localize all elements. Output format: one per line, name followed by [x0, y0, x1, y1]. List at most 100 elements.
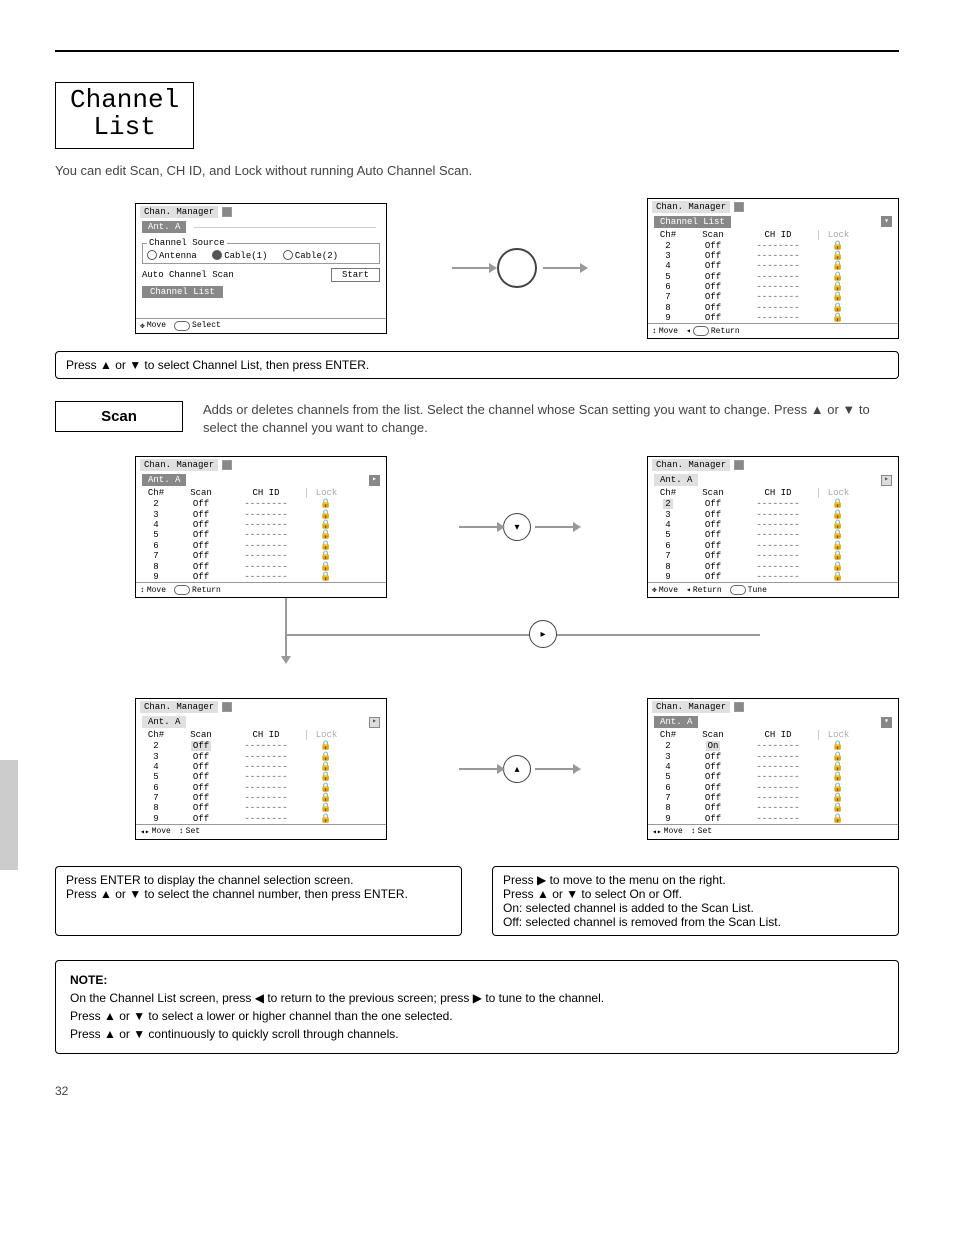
lock-icon: 🔒	[306, 752, 346, 762]
cell-ch: 4	[648, 520, 688, 530]
cell-ch: 6	[648, 783, 688, 793]
cell-scan: Off	[176, 530, 226, 540]
start-button[interactable]: Start	[331, 268, 380, 282]
menu-bracket-icon	[222, 207, 232, 217]
cell-ch: 8	[648, 562, 688, 572]
col-chid: CH ID	[226, 730, 306, 740]
radio-cable1[interactable]	[212, 250, 222, 260]
cell-ch: 8	[648, 803, 688, 813]
cell-ch: 5	[136, 530, 176, 540]
menu-channel-list-4: Chan. Manager Ant. A▸ Ch#ScanCH IDLock 2…	[135, 698, 387, 840]
enter-oval-icon	[174, 321, 190, 331]
cell-scan: Off	[688, 499, 738, 509]
lock-icon: 🔒	[306, 572, 346, 582]
caption-1-text: Press ▲ or ▼ to select Channel List, the…	[66, 358, 369, 372]
lock-icon: 🔒	[818, 313, 858, 323]
menu-bracket-icon	[222, 460, 232, 470]
lock-icon: 🔒	[306, 741, 346, 751]
page-number: 32	[55, 1084, 899, 1098]
cell-ch: 3	[648, 251, 688, 261]
lock-icon: 🔒	[818, 530, 858, 540]
footer-return: Return	[174, 585, 221, 595]
cell-scan: Off	[688, 251, 738, 261]
lock-icon: 🔒	[306, 551, 346, 561]
footer-move: ◂▸ Move	[652, 827, 683, 837]
ant-label: Ant. A	[654, 716, 698, 728]
cell-ch: 8	[648, 303, 688, 313]
channel-table: Ch#ScanCH IDLock 2Off--------🔒 3Off-----…	[648, 487, 898, 582]
caption-3: Press ▶ to move to the menu on the right…	[492, 866, 899, 936]
col-lock: Lock	[818, 230, 858, 240]
col-ch: Ch#	[136, 730, 176, 740]
caption-1: Press ▲ or ▼ to select Channel List, the…	[55, 351, 899, 379]
menu-channel-list-2: Chan. Manager Ant. A▸ Ch#ScanCH IDLock 2…	[135, 456, 387, 598]
channel-source-group: Channel Source Antenna Cable(1) Cable(2)	[142, 238, 380, 263]
col-lock: Lock	[306, 488, 346, 498]
menu-title: Chan. Manager	[652, 201, 730, 213]
cell-scan: Off	[688, 752, 738, 762]
footer-select: Select	[174, 321, 221, 331]
cell-scan: Off	[176, 762, 226, 772]
footer-move: ↕ Move	[140, 585, 166, 595]
lock-icon: 🔒	[818, 241, 858, 251]
lock-icon: 🔒	[306, 520, 346, 530]
cell-ch: 7	[136, 793, 176, 803]
menu-bracket-icon	[222, 702, 232, 712]
cell-ch: 8	[136, 562, 176, 572]
cell-id: --------	[738, 741, 818, 751]
cell-ch: 4	[136, 762, 176, 772]
cell-ch: 2	[136, 499, 176, 509]
cell-id: --------	[738, 520, 818, 530]
lock-icon: 🔒	[818, 551, 858, 561]
cell-ch: 4	[648, 762, 688, 772]
lock-icon: 🔒	[818, 251, 858, 261]
cell-id: --------	[738, 783, 818, 793]
ant-label: Ant. A	[142, 221, 186, 233]
lock-icon: 🔒	[306, 793, 346, 803]
cell-id: --------	[738, 251, 818, 261]
cell-id: --------	[738, 772, 818, 782]
cell-id: --------	[738, 510, 818, 520]
flow-arrow-1	[452, 248, 582, 288]
channel-list-button[interactable]: Channel List	[142, 286, 223, 298]
cell-ch: 7	[136, 551, 176, 561]
cell-id: --------	[738, 541, 818, 551]
cell-id: --------	[226, 752, 306, 762]
down-ring-icon: ▾	[503, 513, 531, 541]
ant-label: Ant. A	[142, 716, 186, 728]
footer-tune: Tune	[730, 585, 767, 595]
lock-icon: 🔒	[818, 741, 858, 751]
section-title-box: Channel List	[55, 82, 194, 149]
menu-title: Chan. Manager	[652, 459, 730, 471]
channel-source-legend: Channel Source	[147, 238, 227, 248]
radio-cable2[interactable]	[283, 250, 293, 260]
cell-id: --------	[738, 762, 818, 772]
cell-scan: Off	[176, 520, 226, 530]
cell-id: --------	[226, 762, 306, 772]
lock-icon: 🔒	[306, 499, 346, 509]
caption-3b: Press ▲ or ▼ to select On or Off.	[503, 887, 888, 901]
menu-title: Chan. Manager	[652, 701, 730, 713]
lock-icon: 🔒	[818, 572, 858, 582]
footer-set: ↕ Set	[179, 827, 200, 837]
intro-text: You can edit Scan, CH ID, and Lock witho…	[55, 163, 899, 178]
lock-icon: 🔒	[306, 541, 346, 551]
cell-id: --------	[738, 261, 818, 271]
radio-antenna[interactable]	[147, 250, 157, 260]
col-chid: CH ID	[738, 230, 818, 240]
cell-ch: 2	[136, 741, 176, 751]
cell-ch: 6	[648, 541, 688, 551]
cell-scan: Off	[688, 762, 738, 772]
cell-scan: Off	[688, 520, 738, 530]
cell-scan: Off	[176, 510, 226, 520]
cell-scan: Off	[176, 572, 226, 582]
menu-bracket-icon	[734, 702, 744, 712]
cell-id: --------	[226, 530, 306, 540]
cell-id: --------	[226, 772, 306, 782]
lock-icon: 🔒	[818, 499, 858, 509]
cell-scan: Off	[688, 510, 738, 520]
cell-scan: Off	[688, 261, 738, 271]
footer-return: ◂ Return	[686, 585, 722, 595]
cell-ch: 9	[648, 572, 688, 582]
cell-scan: Off	[688, 303, 738, 313]
